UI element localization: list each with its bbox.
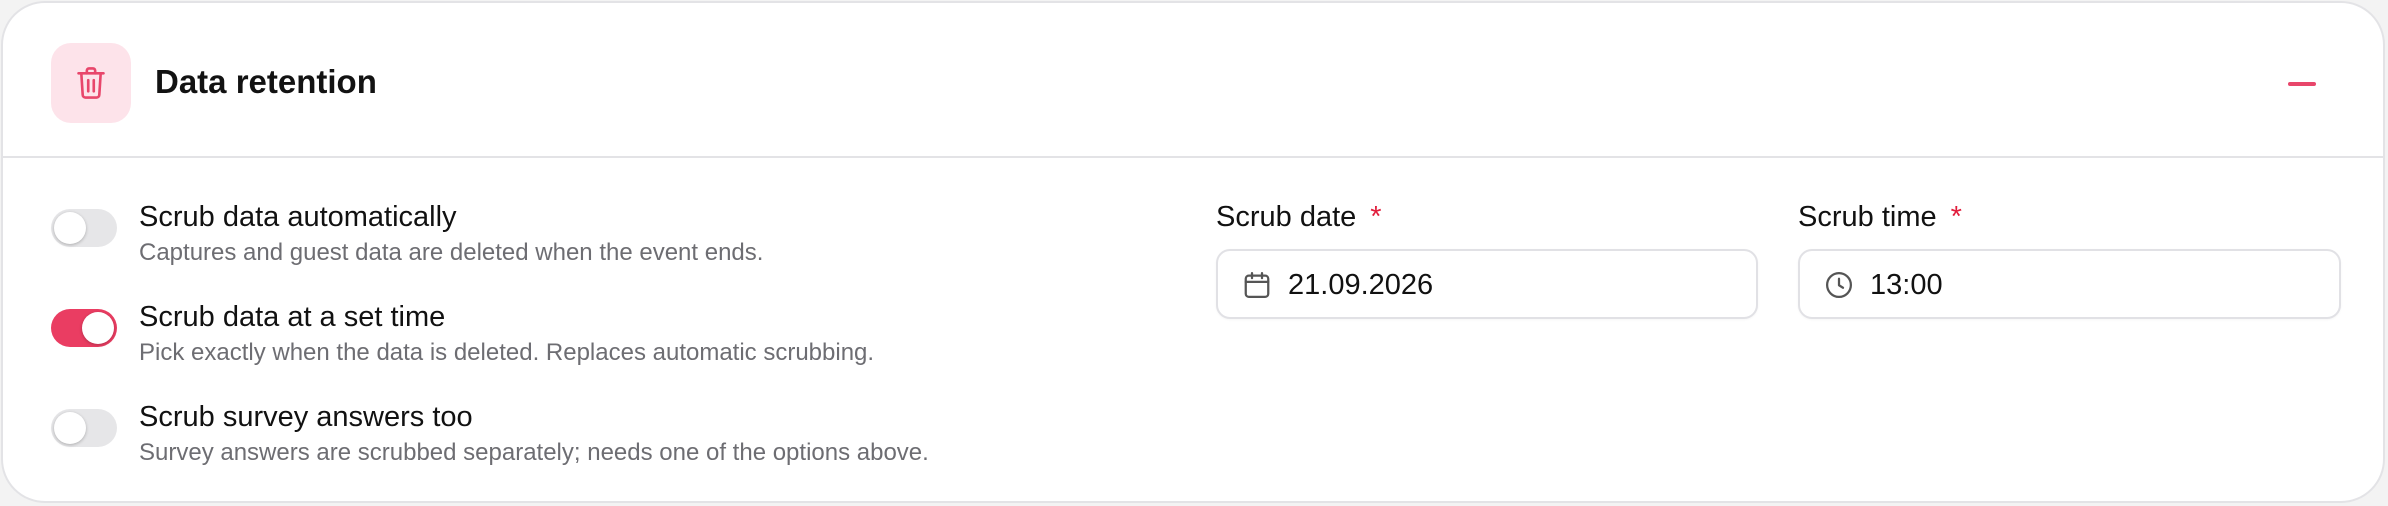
- calendar-icon: [1244, 272, 1270, 298]
- required-marker: *: [1370, 201, 1382, 233]
- option-scrub-automatically: Scrub data automatically Captures and gu…: [51, 201, 1151, 283]
- toggle-scrub-survey-answers[interactable]: [51, 409, 117, 447]
- option-label: Scrub data at a set time: [139, 301, 446, 333]
- toggle-scrub-automatically[interactable]: [51, 209, 117, 247]
- collapse-button[interactable]: [2279, 65, 2325, 103]
- toggle-knob: [54, 412, 86, 444]
- option-scrub-survey-answers: Scrub survey answers too Survey answers …: [51, 401, 1151, 483]
- option-label: Scrub survey answers too: [139, 401, 473, 433]
- section-icon-badge: [51, 43, 131, 123]
- minus-icon: [2288, 82, 2316, 86]
- option-description: Survey answers are scrubbed separately; …: [139, 439, 929, 466]
- option-description: Pick exactly when the data is deleted. R…: [139, 339, 875, 366]
- toggle-knob: [54, 212, 86, 244]
- scrub-time-input[interactable]: 13:00: [1798, 249, 2341, 319]
- option-label: Scrub data automatically: [139, 201, 457, 233]
- scrub-date-input[interactable]: 21.09.2026: [1216, 249, 1758, 319]
- toggle-scrub-set-time[interactable]: [51, 309, 117, 347]
- option-scrub-set-time: Scrub data at a set time Pick exactly wh…: [51, 301, 1151, 383]
- scrub-time-value: 13:00: [1870, 269, 1943, 301]
- clock-icon: [1826, 272, 1852, 298]
- scrub-date-label-text: Scrub date: [1216, 201, 1357, 233]
- card-header: Data retention: [3, 3, 2383, 158]
- section-title: Data retention: [155, 63, 377, 100]
- scrub-date-label: Scrub date *: [1216, 197, 1382, 237]
- scrub-time-label: Scrub time *: [1798, 197, 1962, 237]
- required-marker: *: [1950, 201, 1962, 233]
- option-description: Captures and guest data are deleted when…: [139, 239, 764, 266]
- data-retention-card: Data retention Scrub data automatically …: [1, 1, 2385, 503]
- scrub-time-label-text: Scrub time: [1798, 201, 1937, 233]
- toggle-knob: [82, 312, 114, 344]
- trash-icon: [77, 67, 105, 99]
- scrub-date-value: 21.09.2026: [1288, 269, 1434, 301]
